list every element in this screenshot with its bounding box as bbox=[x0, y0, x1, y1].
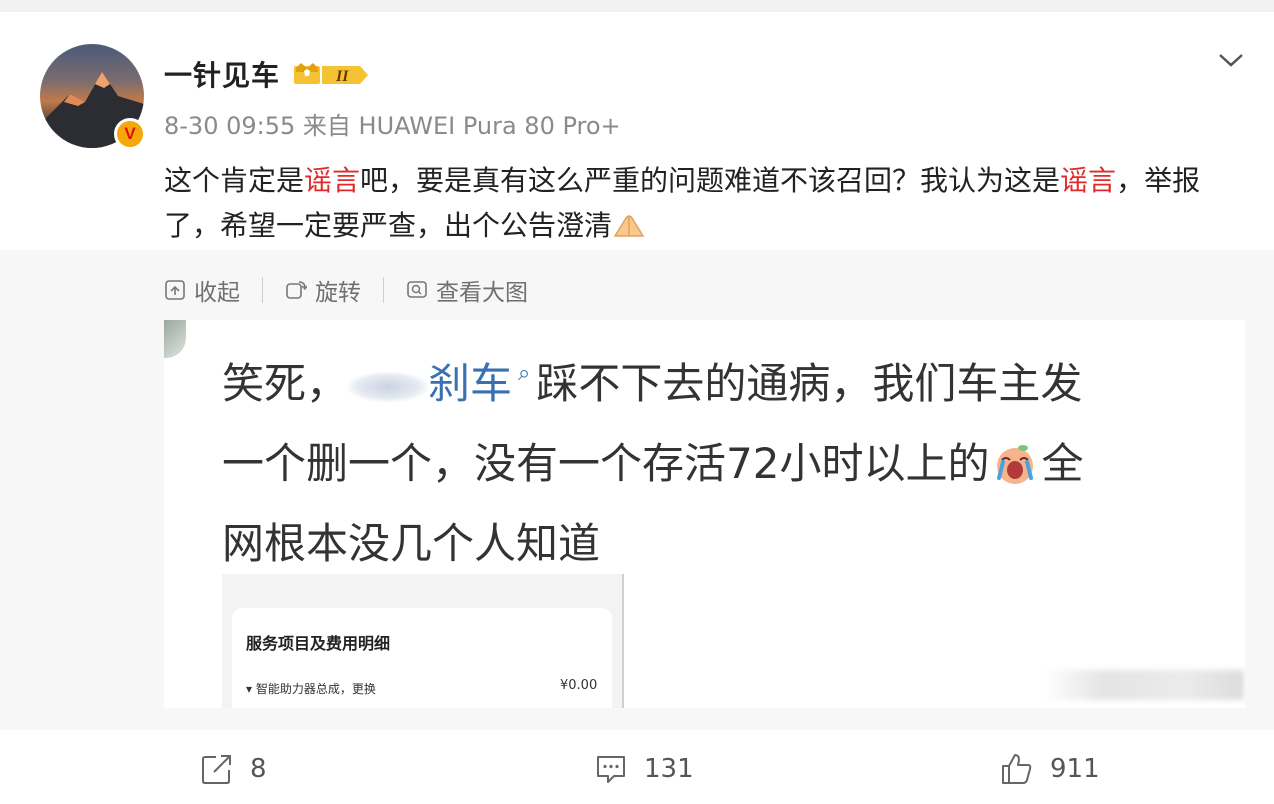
collapse-button[interactable]: 收起 bbox=[164, 273, 262, 307]
rotate-label: 旋转 bbox=[315, 280, 361, 306]
post-text-part: 吧，要是真有这么严重的问题难道不该召回？我认为这是 bbox=[360, 164, 1061, 197]
image-link-text: 刹车 bbox=[428, 359, 513, 408]
like-count: 911 bbox=[1050, 754, 1100, 784]
comment-count: 131 bbox=[644, 754, 694, 784]
post-meta: 8-30 09:55 来自 HUAWEI Pura 80 Pro+ bbox=[164, 112, 621, 140]
share-icon bbox=[202, 755, 231, 784]
image-text-part: 踩不下去的通病，我们车主发 bbox=[536, 359, 1083, 408]
svg-text:II: II bbox=[335, 68, 349, 85]
search-icon: ⌕ bbox=[518, 361, 531, 386]
blurred-text bbox=[348, 371, 429, 402]
rumor-tag-link[interactable]: 谣言 bbox=[1060, 164, 1116, 197]
rumor-tag-link[interactable]: 谣言 bbox=[304, 164, 360, 197]
thumbs-up-icon bbox=[1002, 754, 1032, 784]
collapse-icon bbox=[165, 280, 185, 300]
post-text: 这个肯定是谣言吧，要是真有这么严重的问题难道不该召回？我认为这是谣言，举报了，希… bbox=[164, 158, 1254, 248]
collapse-label: 收起 bbox=[194, 280, 240, 306]
rotate-icon bbox=[286, 281, 307, 299]
image-text-line: 笑死， 刹车 ⌕ 踩不下去的通病，我们车主发 bbox=[222, 334, 1222, 424]
image-avatar-fragment bbox=[164, 320, 186, 358]
view-large-label: 查看大图 bbox=[436, 280, 528, 306]
author-name[interactable]: 一针见车 bbox=[164, 54, 280, 94]
post-text-part: 这个肯定是 bbox=[164, 164, 305, 197]
comment-button[interactable]: 131 bbox=[594, 752, 694, 786]
image-text-line: 一个删一个，没有一个存活72小时以上的 全 bbox=[222, 424, 1222, 504]
image-text-part: 笑死， bbox=[222, 359, 349, 408]
service-detail-title: 服务项目及费用明细 bbox=[246, 634, 391, 653]
image-text: 笑死， 刹车 ⌕ 踩不下去的通病，我们车主发 一个删一个，没有一个存活72小时以上的 … bbox=[222, 334, 1222, 584]
chevron-down-icon[interactable] bbox=[1216, 48, 1246, 72]
view-large-image-icon bbox=[407, 281, 427, 298]
like-button[interactable]: 911 bbox=[1000, 752, 1100, 786]
pray-hands-emoji-icon bbox=[613, 215, 645, 237]
blurred-region bbox=[1044, 670, 1244, 700]
verified-badge-icon: V bbox=[114, 118, 146, 150]
toolbar-divider bbox=[262, 277, 263, 303]
image-text-part: 一个删一个，没有一个存活72小时以上的 bbox=[222, 439, 990, 488]
comment-icon bbox=[597, 756, 625, 783]
crying-face-emoji-icon bbox=[997, 445, 1034, 484]
image-toolbar: 收起 旋转 查看大图 bbox=[164, 274, 550, 306]
share-count: 8 bbox=[250, 754, 267, 784]
service-price: ¥0.00 bbox=[560, 678, 598, 693]
view-large-button[interactable]: 查看大图 bbox=[406, 273, 550, 307]
toolbar-divider bbox=[383, 277, 384, 303]
rotate-button[interactable]: 旋转 bbox=[285, 273, 383, 307]
post-image[interactable]: 笑死， 刹车 ⌕ 踩不下去的通病，我们车主发 一个删一个，没有一个存活72小时以上的 … bbox=[164, 320, 1245, 708]
image-text-part: 全 bbox=[1041, 439, 1084, 488]
image-text-line: 网根本没几个人知道 bbox=[222, 519, 601, 568]
service-item: ▾ 智能助力器总成，更换 bbox=[246, 682, 376, 696]
share-button[interactable]: 8 bbox=[200, 752, 267, 786]
member-crown-badge-icon[interactable]: II bbox=[292, 60, 370, 88]
